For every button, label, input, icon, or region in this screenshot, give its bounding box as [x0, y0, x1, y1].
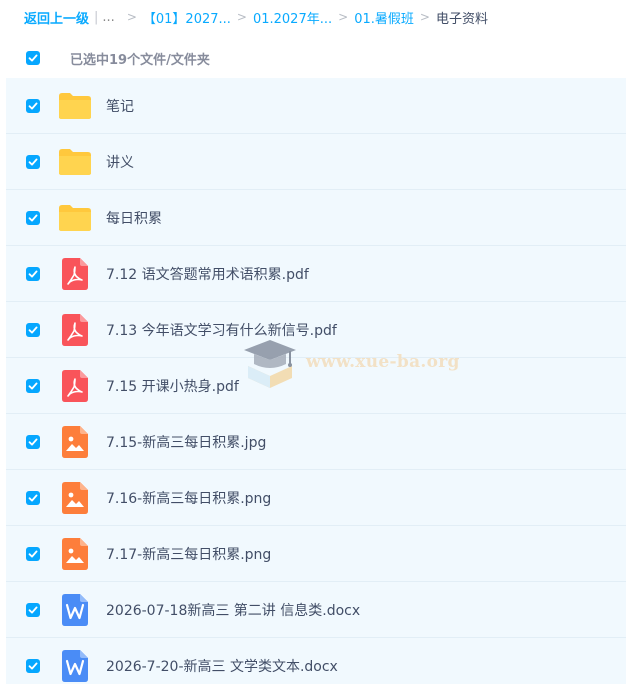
file-row[interactable]: 7.12 语文答题常用术语积累.pdf — [6, 246, 626, 302]
selection-header: 已选中19个文件/文件夹 — [6, 38, 626, 78]
row-checkbox[interactable] — [26, 490, 40, 505]
file-row[interactable]: 每日积累 — [6, 190, 626, 246]
file-row[interactable]: 7.15 开课小热身.pdf — [6, 358, 626, 414]
file-name[interactable]: 2026-7-20-新高三 文学类文本.docx — [106, 656, 338, 676]
check-icon — [28, 270, 38, 277]
breadcrumb: 返回上一级 | ... > 【01】2027... > 01.2027年... … — [24, 0, 488, 34]
file-row[interactable]: 7.15-新高三每日积累.jpg — [6, 414, 626, 470]
image-icon — [58, 537, 92, 571]
check-icon — [28, 550, 38, 557]
file-name[interactable]: 7.13 今年语文学习有什么新信号.pdf — [106, 320, 337, 340]
file-name[interactable]: 笔记 — [106, 96, 134, 116]
row-checkbox[interactable] — [26, 266, 40, 281]
file-name[interactable]: 2026-07-18新高三 第二讲 信息类.docx — [106, 600, 360, 620]
check-icon — [28, 382, 38, 389]
row-checkbox[interactable] — [26, 210, 40, 225]
check-icon — [28, 102, 38, 109]
check-icon — [28, 54, 38, 62]
file-name[interactable]: 7.17-新高三每日积累.png — [106, 544, 271, 564]
file-row[interactable]: 7.13 今年语文学习有什么新信号.pdf — [6, 302, 626, 358]
file-row[interactable]: 2026-07-18新高三 第二讲 信息类.docx — [6, 582, 626, 638]
row-checkbox[interactable] — [26, 378, 40, 393]
word-icon — [58, 649, 92, 683]
folder-icon — [58, 89, 92, 123]
chevron-right-icon: > — [419, 10, 430, 24]
back-link[interactable]: 返回上一级 — [24, 8, 89, 27]
breadcrumb-item[interactable]: 01.暑假班 — [354, 8, 414, 27]
check-icon — [28, 494, 38, 501]
file-name[interactable]: 讲义 — [106, 152, 134, 172]
file-name[interactable]: 7.15 开课小热身.pdf — [106, 376, 239, 396]
chevron-right-icon: > — [338, 10, 349, 24]
file-row[interactable]: 2026-7-20-新高三 文学类文本.docx — [6, 638, 626, 684]
image-icon — [58, 425, 92, 459]
check-icon — [28, 662, 38, 669]
check-icon — [28, 214, 38, 221]
selection-count-label: 已选中19个文件/文件夹 — [70, 52, 210, 68]
breadcrumb-ellipsis[interactable]: ... — [102, 10, 114, 25]
image-icon — [58, 481, 92, 515]
row-checkbox[interactable] — [26, 658, 40, 673]
file-name[interactable]: 7.15-新高三每日积累.jpg — [106, 432, 266, 452]
pdf-icon — [58, 313, 92, 347]
check-icon — [28, 326, 38, 333]
check-icon — [28, 158, 38, 165]
chevron-right-icon: > — [236, 10, 247, 24]
file-list: 笔记讲义每日积累 7.12 语文答题常用术语积累.pdf 7.13 今年语文学习有什… — [6, 78, 626, 684]
word-icon — [58, 593, 92, 627]
row-checkbox[interactable] — [26, 322, 40, 337]
breadcrumb-item[interactable]: 01.2027年... — [253, 8, 332, 27]
pdf-icon — [58, 369, 92, 403]
row-checkbox[interactable] — [26, 154, 40, 169]
row-checkbox[interactable] — [26, 602, 40, 617]
file-row[interactable]: 讲义 — [6, 134, 626, 190]
row-checkbox[interactable] — [26, 434, 40, 449]
folder-icon — [58, 201, 92, 235]
file-browser: 返回上一级 | ... > 【01】2027... > 01.2027年... … — [0, 0, 626, 684]
row-checkbox[interactable] — [26, 98, 40, 113]
breadcrumb-item[interactable]: 【01】2027... — [143, 8, 231, 27]
breadcrumb-current: 电子资料 — [435, 11, 488, 27]
pdf-icon — [58, 257, 92, 291]
file-name[interactable]: 7.12 语文答题常用术语积累.pdf — [106, 264, 309, 284]
select-all-checkbox[interactable] — [26, 51, 40, 65]
folder-icon — [58, 145, 92, 179]
chevron-right-icon: > — [126, 10, 137, 24]
file-row[interactable]: 7.16-新高三每日积累.png — [6, 470, 626, 526]
file-name[interactable]: 每日积累 — [106, 208, 162, 228]
file-row[interactable]: 笔记 — [6, 78, 626, 134]
check-icon — [28, 606, 38, 613]
check-icon — [28, 438, 38, 445]
breadcrumb-divider: | — [94, 9, 99, 25]
file-name[interactable]: 7.16-新高三每日积累.png — [106, 488, 271, 508]
row-checkbox[interactable] — [26, 546, 40, 561]
file-row[interactable]: 7.17-新高三每日积累.png — [6, 526, 626, 582]
